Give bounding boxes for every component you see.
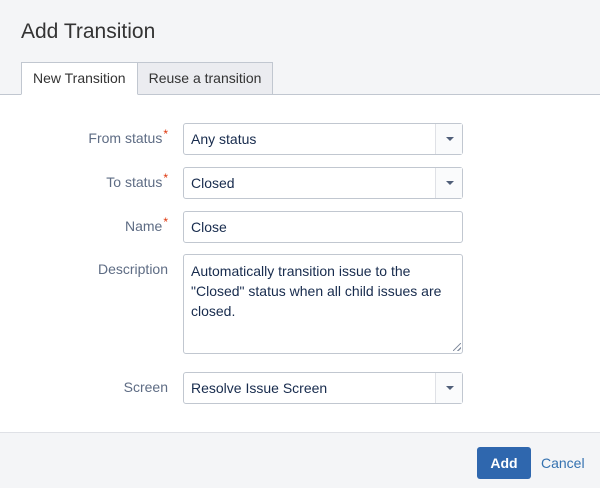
resize-handle-icon[interactable] bbox=[453, 343, 461, 351]
name-label: Name* bbox=[124, 215, 168, 234]
required-marker: * bbox=[163, 127, 168, 141]
add-button[interactable]: Add bbox=[477, 447, 531, 479]
screen-value: Resolve Issue Screen bbox=[191, 380, 328, 396]
tab-reuse-transition[interactable]: Reuse a transition bbox=[137, 62, 274, 95]
name-input[interactable] bbox=[183, 211, 463, 243]
to-status-label-text: To status bbox=[106, 174, 163, 190]
screen-label: Screen bbox=[123, 379, 168, 395]
dialog-header: Add Transition New Transition Reuse a tr… bbox=[0, 0, 600, 95]
chevron-down-icon[interactable] bbox=[435, 373, 462, 403]
from-status-label: From status* bbox=[88, 127, 168, 146]
required-marker: * bbox=[163, 215, 168, 229]
required-marker: * bbox=[163, 171, 168, 185]
dialog-title: Add Transition bbox=[21, 20, 156, 43]
screen-select[interactable]: Resolve Issue Screen bbox=[183, 372, 463, 404]
chevron-down-icon[interactable] bbox=[435, 168, 462, 198]
from-status-label-text: From status bbox=[88, 130, 163, 146]
from-status-value: Any status bbox=[191, 131, 257, 147]
to-status-select[interactable]: Closed bbox=[183, 167, 463, 199]
to-status-value: Closed bbox=[191, 175, 235, 191]
chevron-down-icon[interactable] bbox=[435, 124, 462, 154]
add-transition-dialog: Add Transition New Transition Reuse a tr… bbox=[0, 0, 600, 488]
cancel-link[interactable]: Cancel bbox=[541, 447, 585, 479]
from-status-select[interactable]: Any status bbox=[183, 123, 463, 155]
tab-new-transition[interactable]: New Transition bbox=[21, 62, 138, 95]
name-label-text: Name bbox=[124, 218, 163, 234]
to-status-label: To status* bbox=[106, 171, 168, 190]
tab-bar: New Transition Reuse a transition bbox=[21, 62, 274, 95]
description-label: Description bbox=[97, 261, 168, 277]
description-textarea[interactable]: Automatically transition issue to the "C… bbox=[183, 254, 463, 354]
